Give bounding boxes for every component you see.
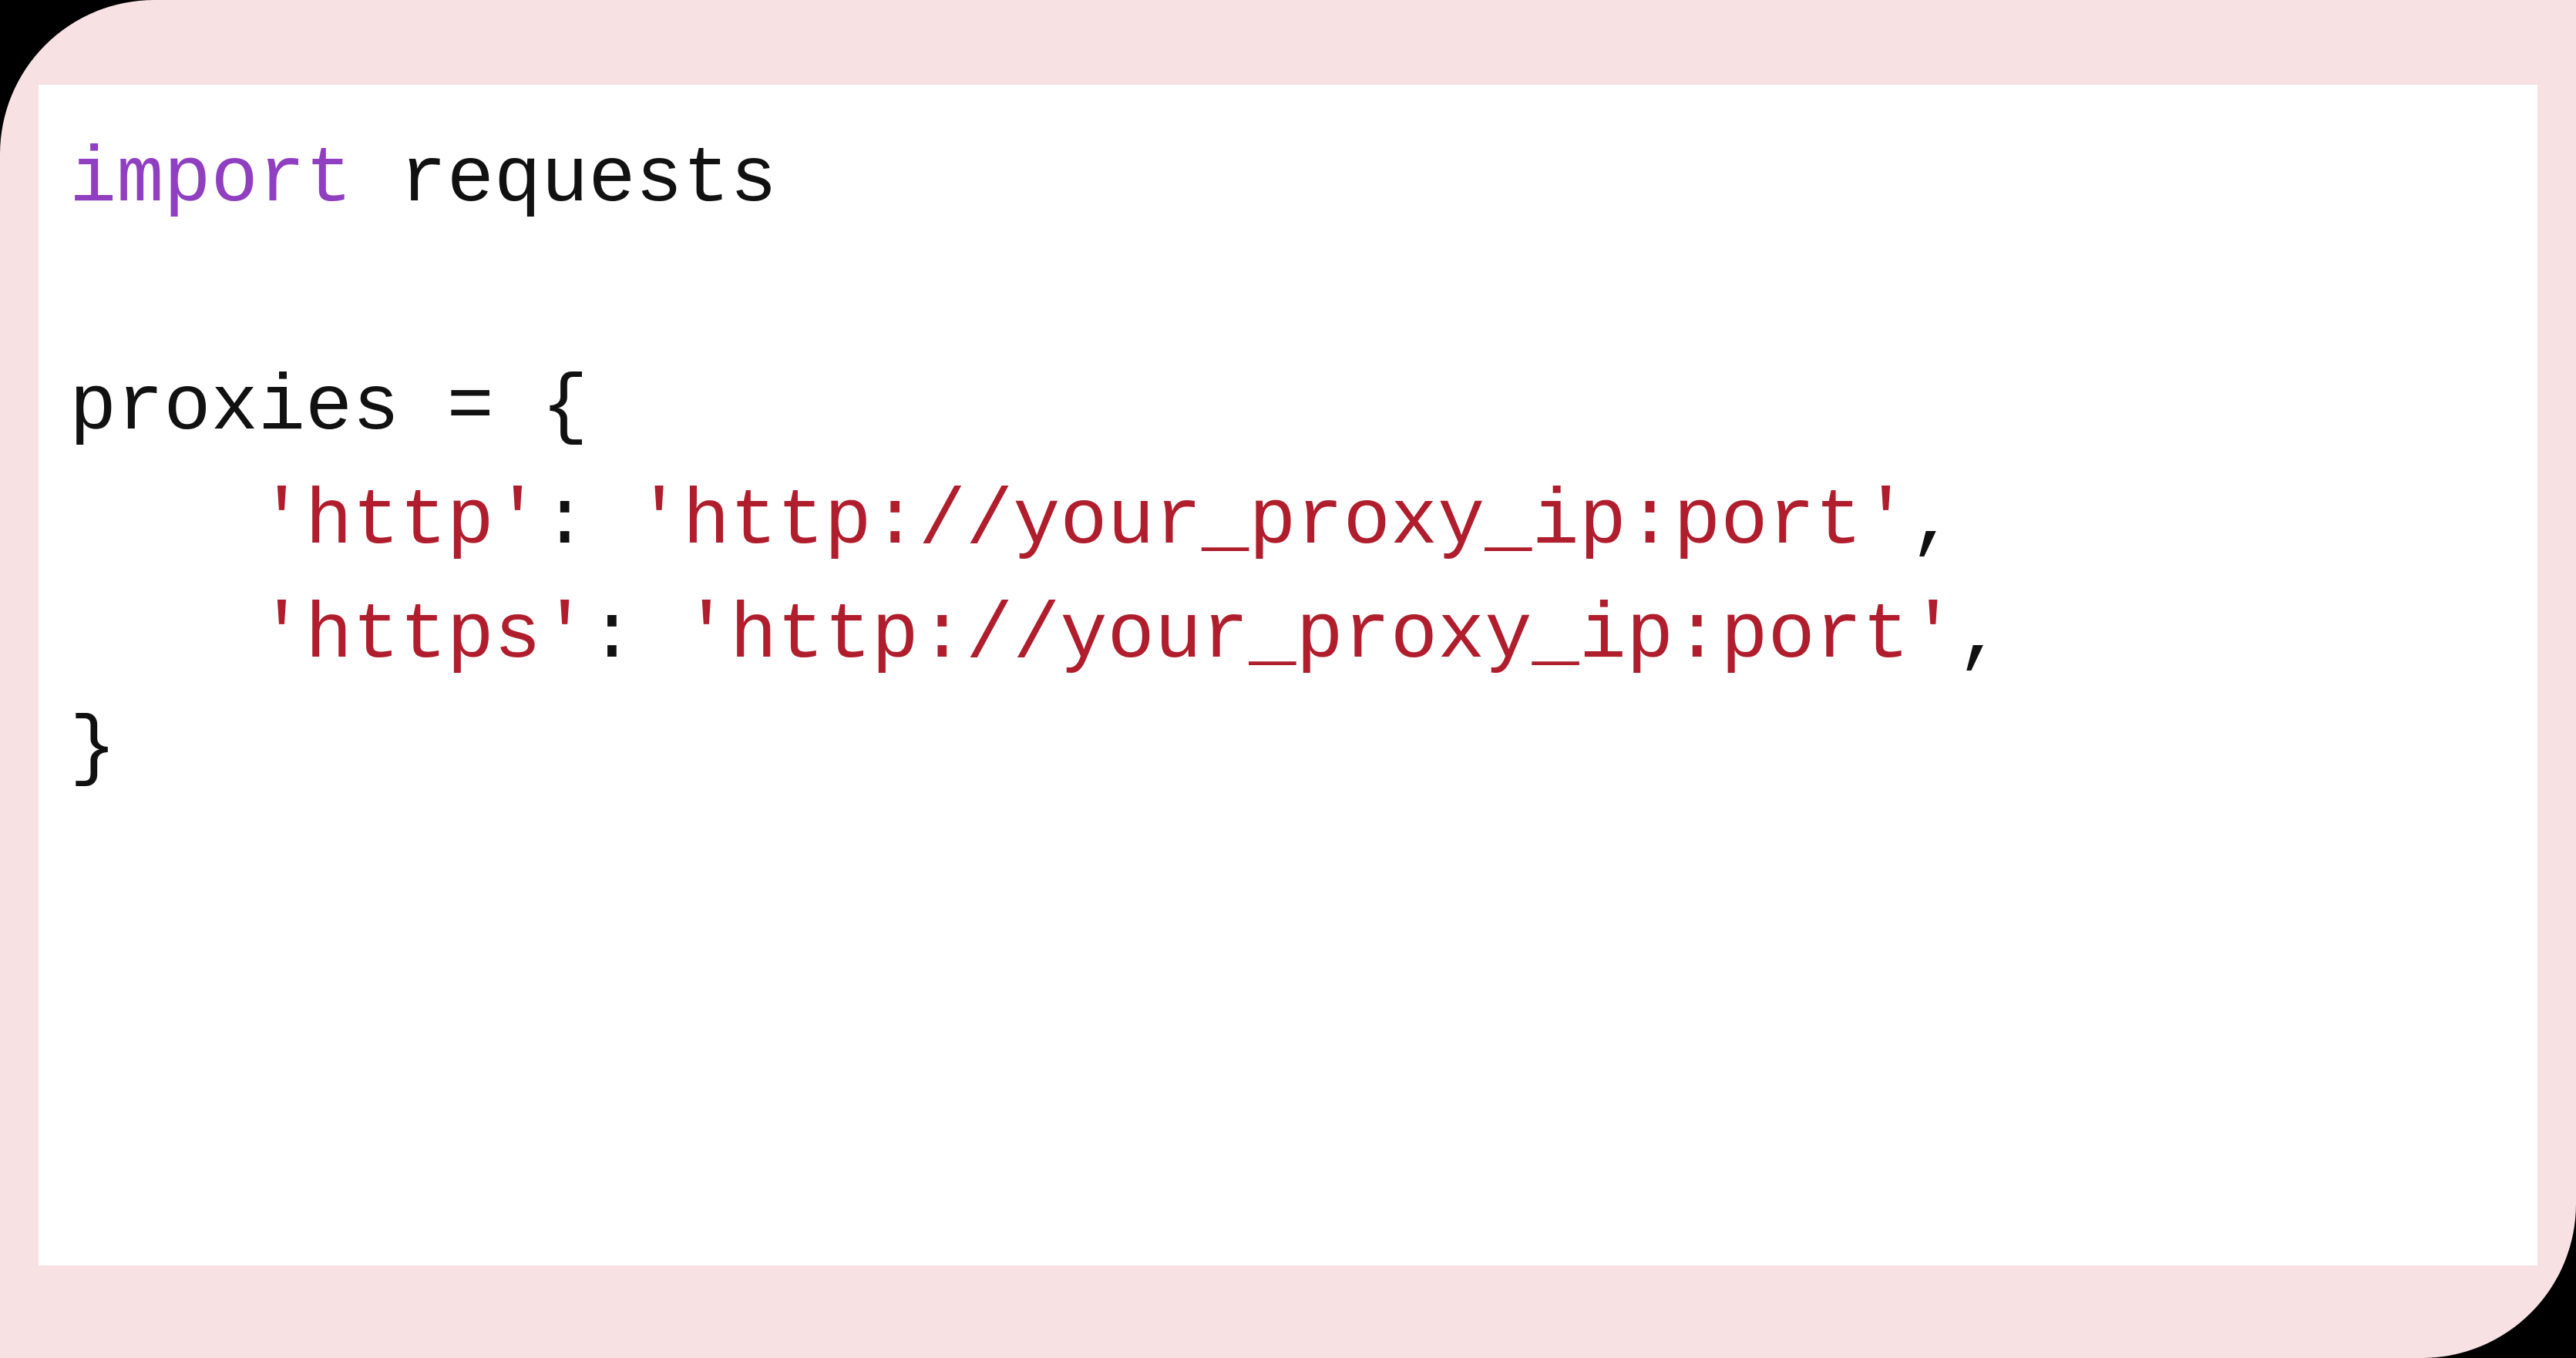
indent <box>69 477 258 566</box>
closing-brace: } <box>69 704 116 794</box>
dict-key-https: 'https' <box>258 591 588 681</box>
code-block: import requests proxies = { 'http': 'htt… <box>39 85 2537 1266</box>
keyword-import: import <box>69 135 352 224</box>
proxies-decl: proxies = { <box>69 363 588 452</box>
colon: : <box>588 591 682 681</box>
card-frame: import requests proxies = { 'http': 'htt… <box>0 0 2576 1358</box>
dict-val-http: 'http://your_proxy_ip:port' <box>636 477 1910 566</box>
comma: , <box>1909 477 1956 566</box>
dict-key-http: 'http' <box>258 477 541 566</box>
indent <box>69 591 258 681</box>
space <box>352 135 399 224</box>
dict-val-https: 'http://your_proxy_ip:port' <box>683 591 1957 681</box>
module-name: requests <box>399 135 777 224</box>
comma: , <box>1956 591 2003 681</box>
colon: : <box>541 477 635 566</box>
